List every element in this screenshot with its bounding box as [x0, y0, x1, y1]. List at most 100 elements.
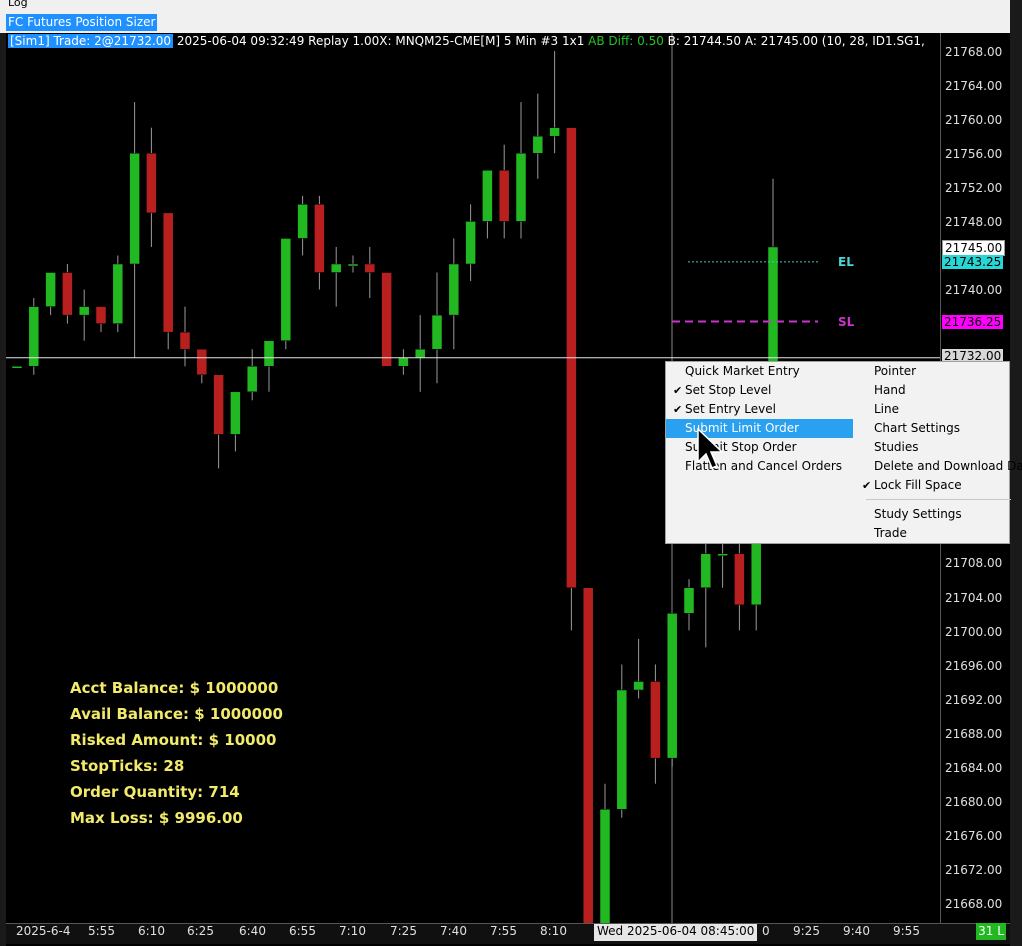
risked-amount-text: Risked Amount: $ 10000: [70, 731, 277, 749]
time-tick-label: 6:25: [187, 924, 214, 938]
candle: [364, 246, 376, 299]
candle-body: [263, 340, 275, 367]
time-tick-label: 5:55: [88, 924, 115, 938]
candle-body: [482, 170, 493, 222]
max-loss-text: Max Loss: $ 9996.00: [70, 809, 243, 827]
menu-item-label: Quick Market Entry: [685, 364, 800, 378]
price-tick-label: 21752.00: [945, 181, 1003, 195]
candle: [566, 127, 577, 631]
candle: [347, 255, 359, 273]
price-tick-label: 21684.00: [945, 761, 1003, 775]
candle: [45, 272, 56, 316]
price-tick-label: 21700.00: [945, 625, 1003, 639]
time-tick-label: 6:10: [138, 924, 165, 938]
candle: [582, 587, 594, 923]
menu-item-quick-market-entry[interactable]: Quick Market Entry: [685, 362, 800, 381]
log-label[interactable]: Log: [8, 0, 28, 9]
candle: [381, 272, 392, 367]
candle-body: [146, 152, 157, 214]
candle: [734, 536, 745, 631]
price-tick-label: 21740.00: [945, 283, 1003, 297]
candle-body: [78, 306, 90, 316]
time-tick-label: 7:55: [490, 924, 517, 938]
candle: [633, 638, 644, 699]
stop-level-label: SL: [838, 315, 855, 329]
menu-item-submit-limit-order[interactable]: Submit Limit Order: [666, 419, 853, 438]
menu-item-lock-fill-space[interactable]: ✔ Lock Fill Space: [862, 476, 962, 495]
candle: [515, 102, 527, 239]
candle: [465, 204, 476, 282]
candle-body: [448, 263, 460, 316]
menu-item-study-settings[interactable]: Study Settings: [874, 505, 962, 524]
study-name-tag[interactable]: FC Futures Position Sizer: [6, 14, 158, 31]
candle-body: [45, 272, 56, 307]
price-tick-label: 21672.00: [945, 863, 1003, 877]
candle: [112, 255, 124, 333]
corner-status-badge[interactable]: 31 L: [976, 923, 1006, 940]
candle-body: [414, 348, 426, 358]
candle: [11, 365, 23, 369]
menu-item-hand[interactable]: Hand: [874, 381, 906, 400]
candle: [650, 664, 661, 784]
candle: [616, 664, 628, 818]
stop-ticks-text: StopTicks: 28: [70, 757, 185, 775]
candle: [78, 289, 90, 341]
candle: [414, 315, 426, 392]
price-tick-label: 21768.00: [945, 45, 1003, 59]
candle: [246, 349, 258, 401]
candle: [213, 374, 224, 469]
menu-item-delete-and-download-da[interactable]: Delete and Download Da: [874, 457, 1022, 476]
candle: [683, 579, 695, 631]
candle: [95, 306, 107, 333]
menu-item-set-stop-level[interactable]: ✔ Set Stop Level: [673, 381, 771, 400]
candle-body: [734, 553, 745, 606]
menu-item-label: Lock Fill Space: [874, 478, 962, 492]
candle: [482, 170, 493, 239]
candle: [700, 528, 712, 648]
menu-item-label: Pointer: [874, 364, 917, 378]
acct-balance-text: Acct Balance: $ 1000000: [70, 679, 279, 697]
candle-body: [196, 348, 208, 376]
time-tick-label: 9:55: [893, 924, 920, 938]
candle-body: [431, 314, 443, 350]
candle-body: [95, 306, 107, 324]
price-tick-label: 21704.00: [945, 591, 1003, 605]
candle-body: [666, 613, 678, 759]
candle-body: [162, 212, 174, 333]
candle-body: [129, 152, 140, 265]
candle-body: [11, 365, 23, 369]
price-tick-label: 21748.00: [945, 215, 1003, 229]
last-price-flag: 21745.00: [942, 240, 1006, 256]
candle-body: [683, 587, 695, 614]
time-axis[interactable]: 2025-6-4 Wed 2025-06-04 08:45:00 0 5:55 6…: [6, 923, 1010, 944]
checkmark-icon: ✔: [673, 384, 683, 397]
menu-item-pointer[interactable]: Pointer: [874, 362, 916, 381]
price-tick-label: 21764.00: [945, 79, 1003, 93]
menu-item-studies[interactable]: Studies: [874, 438, 919, 457]
candle: [314, 195, 325, 290]
candle-body: [347, 263, 359, 267]
price-tick-label: 21688.00: [945, 727, 1003, 741]
candle: [230, 391, 241, 452]
time-tick-label: 6:40: [239, 924, 266, 938]
time-tick-label: 9:40: [843, 924, 870, 938]
candle: [28, 298, 40, 375]
time-axis-tick-label: 0: [762, 924, 770, 938]
candle: [297, 195, 308, 256]
candle-body: [616, 689, 628, 810]
menu-item-label: Study Settings: [874, 507, 962, 521]
candle-body: [112, 263, 124, 324]
time-tick-label: 9:25: [793, 924, 820, 938]
menu-item-label: Delete and Download Da: [874, 459, 1022, 473]
menu-item-chart-settings[interactable]: Chart Settings: [874, 419, 960, 438]
price-tick-label: 21708.00: [945, 556, 1003, 570]
menu-item-line[interactable]: Line: [874, 400, 899, 419]
price-tick-label: 21692.00: [945, 693, 1003, 707]
price-tick-label: 21760.00: [945, 113, 1003, 127]
time-tick-label: 6:55: [289, 924, 316, 938]
menu-item-set-entry-level[interactable]: ✔ Set Entry Level: [673, 400, 776, 419]
menu-item-trade[interactable]: Trade: [874, 524, 907, 543]
menu-item-label: Line: [874, 402, 900, 416]
candle-body: [314, 204, 325, 273]
candle: [196, 348, 208, 384]
